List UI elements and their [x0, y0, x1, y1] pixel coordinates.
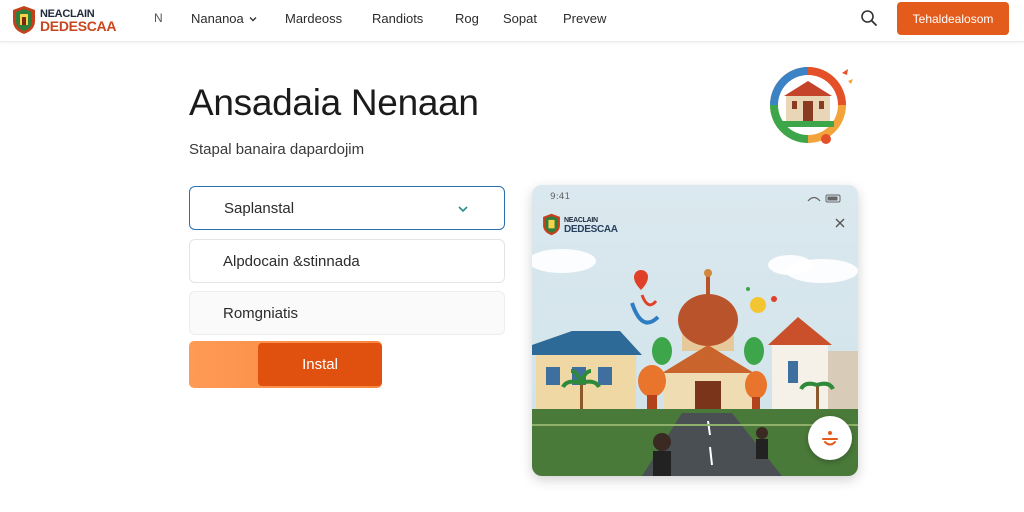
status-bar-time: 9:41 [550, 192, 571, 202]
route-icon [822, 431, 838, 446]
page-subtitle: Stapal banaira dapardojim [189, 141, 365, 158]
page-title: Ansadaia Nenaan [189, 82, 479, 123]
nav-item-label: Rog [455, 11, 479, 26]
card-brand-line-2: DEDESCAA [564, 223, 618, 235]
nav-item-label: N [154, 11, 163, 25]
route-action-button[interactable] [808, 416, 852, 460]
option-label: Romgniatis [223, 304, 299, 322]
shield-logo-icon [543, 213, 560, 236]
nav-item-label: Prevew [563, 11, 607, 26]
nav-item-randiots[interactable]: Randiots [372, 11, 423, 26]
nav-item-prevew[interactable]: Prevew [563, 11, 606, 26]
nav-item-n[interactable]: N [154, 11, 163, 25]
shield-logo-icon [13, 6, 35, 34]
option-label: Alpdocain &stinnada [223, 252, 360, 270]
select-value: Saplanstal [224, 199, 295, 217]
install-button[interactable]: Instal [258, 343, 382, 386]
card-brand-wordmark: NEACLAIN DEDESCAA [564, 216, 618, 235]
top-navbar: NEACLAIN DEDESCAA N Nananoa Mardeoss Ran… [0, 0, 1024, 42]
app-preview-card: 9:41 NEACLAIN DEDESCAA [532, 185, 858, 476]
install-button-label: Instal [302, 356, 338, 373]
brand-wordmark: NEACLAIN DEDESCAA [40, 8, 117, 34]
chevron-down-icon [458, 206, 468, 213]
nav-item-nananoa[interactable]: Nananoa [191, 11, 258, 26]
nav-item-label: Sopat [503, 11, 537, 26]
header-cta-button[interactable]: Tehaldealosom [897, 2, 1009, 35]
install-type-select[interactable]: Saplanstal [189, 186, 505, 230]
nav-item-label: Randiots [372, 11, 424, 26]
nav-item-label: Nananoa [191, 11, 244, 26]
search-icon[interactable] [859, 8, 879, 28]
nav-item-sopat[interactable]: Sopat [503, 11, 537, 26]
close-icon[interactable] [834, 217, 846, 229]
status-bar-icons [807, 194, 841, 203]
brand-logo[interactable]: NEACLAIN DEDESCAA [12, 5, 116, 35]
card-brand-logo: NEACLAIN DEDESCAA [542, 213, 618, 236]
header-cta-label: Tehaldealosom [912, 11, 994, 26]
brand-line-2: DEDESCAA [40, 18, 117, 34]
nav-item-mardeoss[interactable]: Mardeoss [285, 11, 342, 26]
nav-item-label: Mardeoss [285, 11, 343, 26]
option-field-3[interactable]: Romgniatis [189, 291, 505, 335]
nav-item-rog[interactable]: Rog [455, 11, 479, 26]
option-field-2[interactable]: Alpdocain &stinnada [189, 239, 505, 283]
install-button-group: Instal [189, 341, 382, 388]
heritage-badge-icon [770, 67, 853, 144]
chevron-down-icon [249, 16, 257, 21]
